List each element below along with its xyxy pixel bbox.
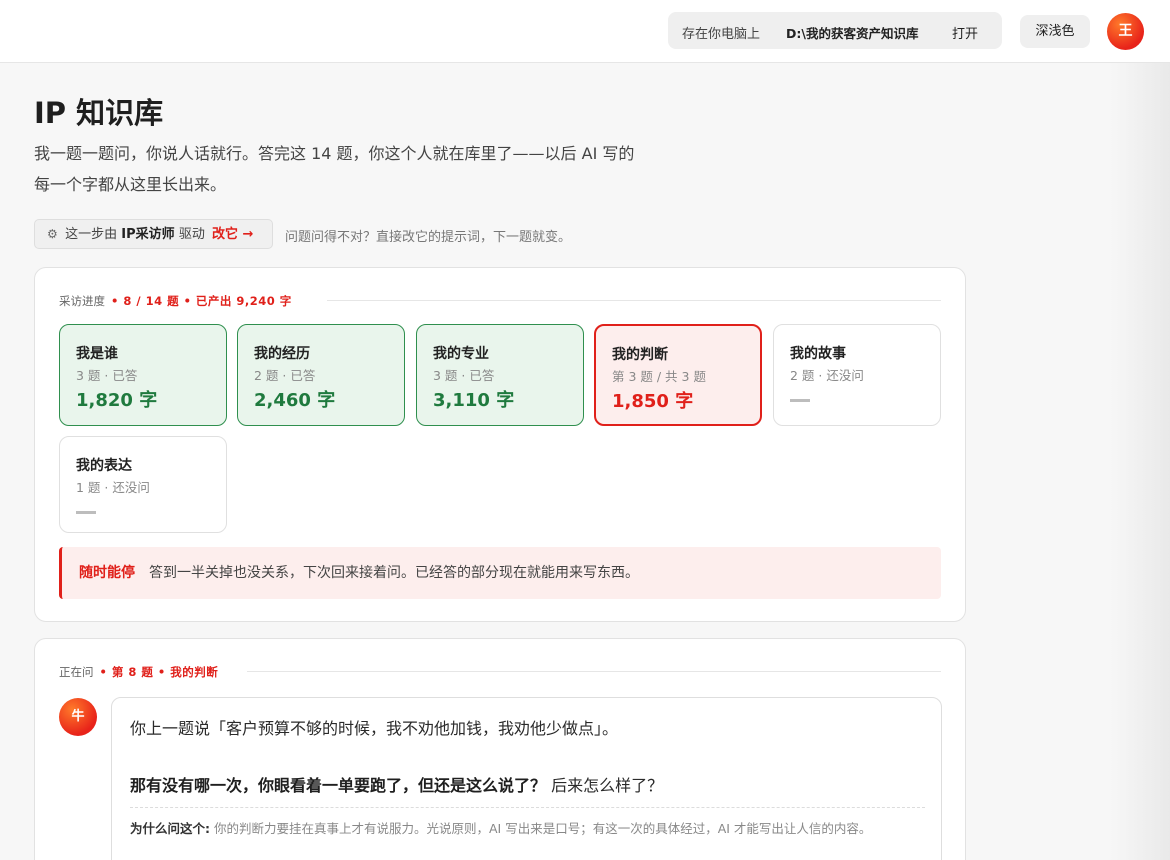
current-summary: • 第 8 题 • 我的判断 [99, 665, 219, 679]
why-text: 你的判断力要挂在真事上才有说服力。光说原则，AI 写出来是口号；有这一次的具体经… [214, 821, 872, 836]
tile-empty-dash [76, 511, 96, 514]
storage-path: D:\我的获客资产知识库 [786, 26, 919, 41]
driver-prefix: 这一步由 [65, 227, 118, 242]
page-title: IP 知识库 [34, 96, 164, 130]
topic-tile-who[interactable]: 我是谁 3 题 · 已答 1,820 字 [59, 324, 227, 426]
tile-title: 我是谁 [76, 346, 118, 362]
question-tail: 后来怎么样了？ [551, 776, 664, 795]
tile-status: 3 题 · 已答 [433, 368, 495, 383]
tile-word-count: 2,460 字 [254, 390, 336, 411]
progress-divider [327, 300, 941, 301]
interviewer-avatar: 牛 [59, 698, 97, 736]
current-divider [247, 671, 941, 672]
gear-icon: ⚙ [47, 227, 58, 241]
topic-tile-judgment[interactable]: 我的判断 第 3 题 / 共 3 题 1,850 字 [594, 324, 762, 426]
topic-tile-story[interactable]: 我的故事 2 题 · 还没问 [773, 324, 941, 426]
stop-anytime-notice: 随时能停 答到一半关掉也没关系，下次回来接着问。已经答的部分现在就能用来写东西。 [59, 547, 941, 599]
page-intro: 我一题一题问，你说人话就行。答完这 14 题，你这个人就在库里了——以后 AI … [34, 144, 635, 194]
current-label: 正在问 [59, 665, 94, 679]
tile-title: 我的经历 [254, 346, 310, 362]
tile-status: 2 题 · 还没问 [790, 368, 864, 383]
tile-word-count: 3,110 字 [433, 390, 515, 411]
edit-prompt-link[interactable]: 改它 → [212, 227, 253, 242]
tile-title: 我的表达 [76, 458, 132, 474]
driver-suffix: 驱动 [178, 227, 205, 242]
progress-summary: • 8 / 14 题 • 已产出 9,240 字 [111, 294, 292, 308]
top-bar: 存在你电脑上 D:\我的获客资产知识库 打开 深浅色 王 [0, 0, 1170, 63]
right-edge-shadow [1110, 63, 1170, 860]
driver-note: 问题问得不对？直接改它的提示词，下一题就变。 [285, 230, 572, 245]
why-label: 为什么问这个: [130, 821, 210, 836]
notice-text: 答到一半关掉也没关系，下次回来接着问。已经答的部分现在就能用来写东西。 [149, 565, 639, 581]
tile-title: 我的故事 [790, 346, 846, 362]
tile-word-count: 1,850 字 [612, 391, 694, 412]
tile-word-count: 1,820 字 [76, 390, 158, 411]
question-main: 那有没有哪一次，你眼看着一单要跑了，但还是这么说了？ 后来怎么样了？ [130, 772, 663, 796]
progress-card: 采访进度 • 8 / 14 题 • 已产出 9,240 字 我是谁 3 题 · 已… [34, 267, 966, 622]
driver-chip: ⚙ 这一步由 IP采访师 驱动 改它 → [34, 219, 273, 249]
storage-label: 存在你电脑上 [682, 27, 761, 42]
theme-toggle-button[interactable]: 深浅色 [1020, 15, 1090, 48]
question-context: 你上一题说「客户预算不够的时候，我不劝他加钱，我劝他少做点」。 [130, 719, 619, 738]
current-question-card: 正在问 • 第 8 题 • 我的判断 牛 你上一题说「客户预算不够的时候，我不劝他… [34, 638, 966, 860]
progress-label: 采访进度 [59, 294, 105, 308]
topic-tile-expression[interactable]: 我的表达 1 题 · 还没问 [59, 436, 227, 533]
tile-title: 我的专业 [433, 346, 489, 362]
tile-status: 1 题 · 还没问 [76, 480, 150, 495]
question-bold: 那有没有哪一次，你眼看着一单要跑了，但还是这么说了？ [130, 776, 547, 795]
tile-status: 第 3 题 / 共 3 题 [612, 369, 706, 384]
open-folder-button[interactable]: 打开 [952, 23, 978, 42]
storage-location-pill: 存在你电脑上 D:\我的获客资产知识库 打开 [668, 12, 1002, 49]
topic-tile-experience[interactable]: 我的经历 2 题 · 已答 2,460 字 [237, 324, 405, 426]
notice-title: 随时能停 [79, 565, 135, 581]
topic-tile-expertise[interactable]: 我的专业 3 题 · 已答 3,110 字 [416, 324, 584, 426]
why-ask-note: 为什么问这个: 你的判断力要挂在真事上才有说服力。光说原则，AI 写出来是口号；有… [130, 817, 920, 841]
driver-agent-name: IP采访师 [121, 227, 175, 242]
tile-status: 3 题 · 已答 [76, 368, 138, 383]
question-bubble: 你上一题说「客户预算不够的时候，我不劝他加钱，我劝他少做点」。 那有没有哪一次，… [111, 697, 942, 860]
bubble-divider [130, 807, 925, 808]
tile-empty-dash [790, 399, 810, 402]
progress-heading: 采访进度 • 8 / 14 题 • 已产出 9,240 字 [59, 293, 292, 309]
current-heading: 正在问 • 第 8 题 • 我的判断 [59, 664, 218, 680]
tile-status: 2 题 · 已答 [254, 368, 316, 383]
user-avatar[interactable]: 王 [1107, 13, 1144, 50]
tile-title: 我的判断 [612, 347, 668, 363]
